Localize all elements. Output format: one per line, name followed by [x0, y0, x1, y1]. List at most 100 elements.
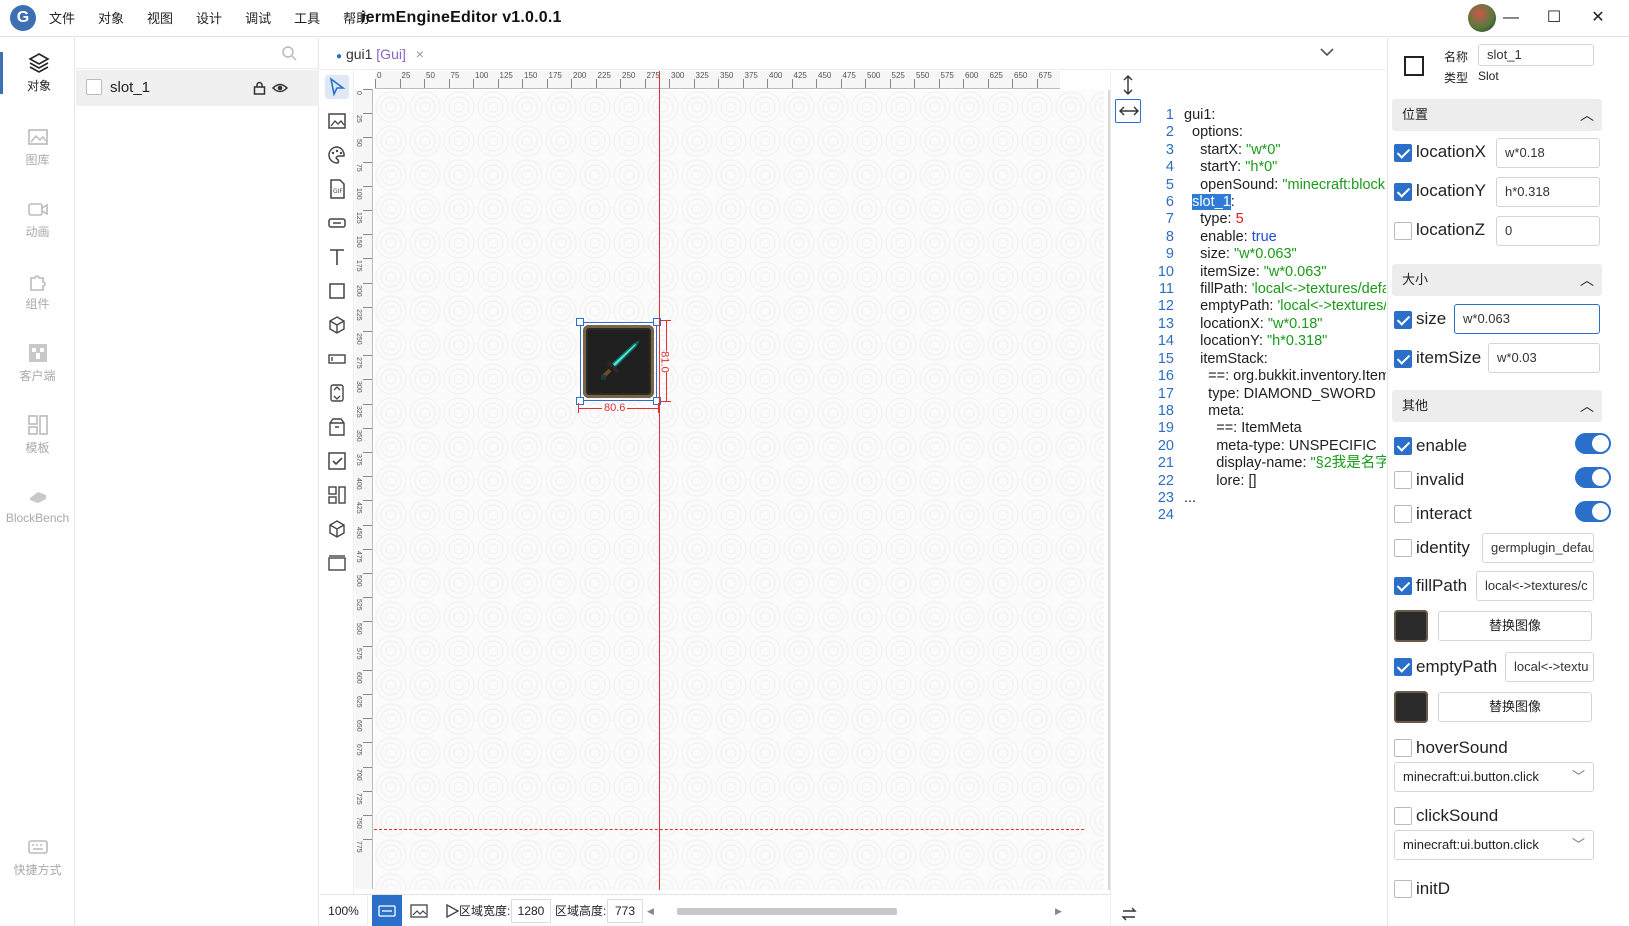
tool-text[interactable]: [325, 245, 349, 269]
tool-entity[interactable]: [325, 313, 349, 337]
section-other[interactable]: 其他 ︿: [1392, 390, 1602, 422]
itemSize-checkbox[interactable]: [1394, 350, 1412, 368]
tool-slot[interactable]: [325, 415, 349, 439]
menu-object[interactable]: 对象: [98, 0, 124, 37]
horizontal-split-button[interactable]: [1115, 99, 1141, 123]
rail-templates[interactable]: 模板: [0, 414, 75, 456]
locationX-input[interactable]: w*0.18: [1496, 138, 1600, 168]
name-label: 名称: [1444, 50, 1469, 64]
selected-slot[interactable]: [576, 318, 661, 405]
invalid-checkbox[interactable]: [1394, 471, 1412, 489]
line-number: 16: [1157, 368, 1174, 385]
locationZ-input[interactable]: 0: [1496, 216, 1600, 246]
eye-icon[interactable]: [272, 81, 288, 95]
menu-view[interactable]: 视图: [147, 0, 173, 37]
object-checkbox[interactable]: [86, 79, 102, 95]
code-view[interactable]: 1 2 3 4 5 6 7 8 9 10 11 12 13 14 15 16 17 18 19 20 21 22 23 24 …: [1144, 71, 1386, 926]
tool-image[interactable]: [325, 109, 349, 133]
initD-checkbox[interactable]: [1394, 880, 1412, 898]
line-number: 24: [1157, 507, 1174, 524]
rail-objects[interactable]: 对象: [0, 52, 75, 94]
rail-components[interactable]: 组件: [0, 270, 75, 312]
emptyPath-checkbox[interactable]: [1394, 658, 1412, 676]
ruler-label: 450: [818, 71, 832, 80]
keyboard-mode-button[interactable]: [372, 895, 402, 926]
rail-shortcuts[interactable]: 快捷方式: [0, 836, 75, 878]
rail-blockbench[interactable]: BlockBench: [0, 486, 75, 525]
tool-rectangle[interactable]: [325, 279, 349, 303]
minimize-button[interactable]: —: [1491, 0, 1531, 36]
area-height-input[interactable]: 773: [607, 899, 643, 923]
menu-debug[interactable]: 调试: [245, 0, 271, 37]
size-input[interactable]: w*0.063: [1454, 304, 1600, 334]
tool-button[interactable]: [325, 211, 349, 235]
play-icon[interactable]: [444, 903, 460, 919]
tool-gif[interactable]: GIF: [325, 177, 349, 201]
code-text[interactable]: gui1: options: startX: "w*0" startY: "h*…: [1184, 107, 1386, 507]
tool-select[interactable]: [325, 75, 349, 99]
identity-input[interactable]: germplugin_defau: [1482, 533, 1594, 563]
zoom-level[interactable]: 100%: [320, 895, 368, 926]
interact-toggle[interactable]: [1575, 501, 1611, 522]
clickSound-checkbox[interactable]: [1394, 807, 1412, 825]
list-item[interactable]: slot_1: [76, 70, 319, 106]
hoverSound-select[interactable]: minecraft:ui.button.click ﹀: [1394, 762, 1594, 792]
ruler-tick: [363, 89, 372, 90]
locationY-checkbox[interactable]: [1394, 183, 1412, 201]
ruler-label: 300: [355, 381, 362, 394]
chevron-down-icon[interactable]: [1320, 47, 1334, 57]
image-preview-icon[interactable]: [410, 903, 428, 919]
tool-checkbox[interactable]: [325, 449, 349, 473]
search-icon[interactable]: [281, 45, 297, 61]
section-position[interactable]: 位置 ︿: [1392, 99, 1602, 131]
scroll-left-icon[interactable]: ◀: [647, 895, 654, 926]
canvas-horizontal-scrollbar[interactable]: [677, 908, 897, 915]
tool-color[interactable]: [325, 143, 349, 167]
emptyPath-input[interactable]: local<->textu: [1505, 652, 1594, 682]
lock-icon[interactable]: [253, 81, 266, 95]
swap-icon[interactable]: [1121, 907, 1137, 921]
rail-client[interactable]: 客户端: [0, 342, 75, 384]
locationY-input[interactable]: h*0.318: [1496, 177, 1600, 207]
hoverSound-checkbox[interactable]: [1394, 739, 1412, 757]
vertical-split-icon[interactable]: [1121, 75, 1135, 95]
name-input[interactable]: slot_1: [1478, 44, 1594, 66]
menu-file[interactable]: 文件: [49, 0, 75, 37]
tab-gui1[interactable]: ● gui1 [Gui] ×: [326, 40, 434, 68]
rail-animation[interactable]: 动画: [0, 198, 75, 240]
tool-scroll[interactable]: [325, 381, 349, 405]
line-number: 5: [1165, 176, 1174, 193]
identity-checkbox[interactable]: [1394, 539, 1412, 557]
section-size[interactable]: 大小 ︿: [1392, 264, 1602, 296]
object-search-input[interactable]: [82, 42, 282, 64]
tool-canvas[interactable]: [325, 551, 349, 575]
scroll-right-icon[interactable]: ▶: [1055, 895, 1062, 926]
fillPath-checkbox[interactable]: [1394, 577, 1412, 595]
area-width-input[interactable]: 1280: [511, 899, 551, 923]
fillPath-replace-button[interactable]: 替换图像: [1438, 611, 1592, 641]
clickSound-select[interactable]: minecraft:ui.button.click ﹀: [1394, 830, 1594, 860]
close-button[interactable]: ✕: [1578, 0, 1618, 36]
locationX-checkbox[interactable]: [1394, 144, 1412, 162]
size-checkbox[interactable]: [1394, 311, 1412, 329]
rail-gallery[interactable]: 图库: [0, 126, 75, 168]
invalid-toggle[interactable]: [1575, 467, 1611, 488]
fillPath-input[interactable]: local<->textures/c: [1476, 571, 1594, 601]
ruler-tick: [938, 79, 940, 88]
locationZ-checkbox[interactable]: [1394, 222, 1412, 240]
enable-toggle[interactable]: [1575, 433, 1611, 454]
interact-checkbox[interactable]: [1394, 505, 1412, 523]
design-canvas[interactable]: 80.6 81.0: [374, 90, 1104, 890]
ruler-label: 0: [377, 71, 382, 80]
tool-layout[interactable]: [325, 483, 349, 507]
ruler-tick: [767, 79, 768, 88]
tool-textbox[interactable]: [325, 347, 349, 371]
enable-checkbox[interactable]: [1394, 437, 1412, 455]
itemSize-input[interactable]: w*0.03: [1488, 343, 1600, 373]
maximize-button[interactable]: ☐: [1534, 0, 1574, 36]
menu-design[interactable]: 设计: [196, 0, 222, 37]
tab-close-icon[interactable]: ×: [416, 46, 424, 62]
menu-tools[interactable]: 工具: [294, 0, 320, 37]
tool-model[interactable]: [325, 517, 349, 541]
emptyPath-replace-button[interactable]: 替换图像: [1438, 692, 1592, 722]
